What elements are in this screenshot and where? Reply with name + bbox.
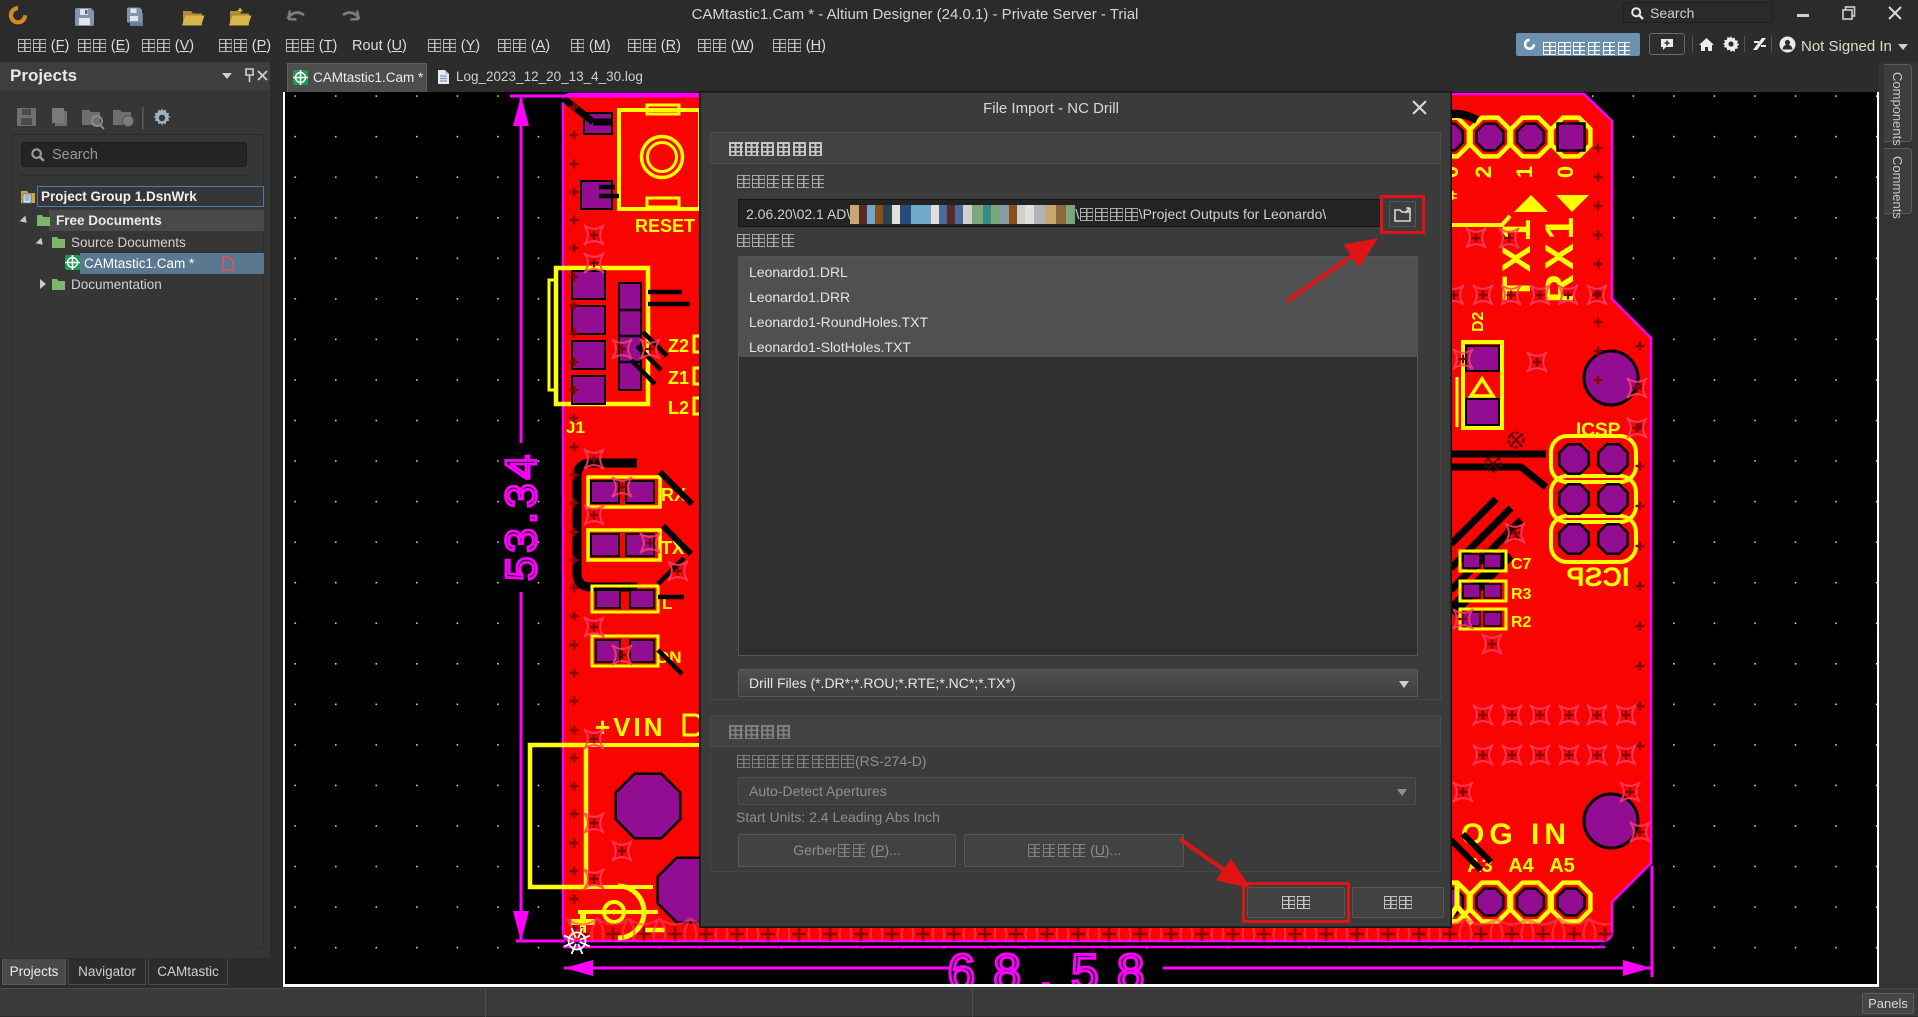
svg-text:R3: R3 (1511, 586, 1532, 603)
svg-text:ICSP: ICSP (1566, 562, 1629, 592)
svg-text:RESET: RESET (635, 216, 695, 236)
svg-text:+VIN: +VIN (595, 712, 666, 742)
svg-text:53.34: 53.34 (497, 451, 546, 581)
svg-text:D2: D2 (1470, 311, 1487, 332)
svg-text:C7: C7 (1511, 556, 1532, 573)
svg-text:A5: A5 (1549, 855, 1575, 877)
svg-text:A4: A4 (1508, 855, 1534, 877)
svg-text:68.58: 68.58 (947, 944, 1162, 984)
svg-text:2: 2 (1471, 166, 1496, 178)
svg-text:J1: J1 (566, 418, 585, 437)
svg-text:Z2: Z2 (668, 336, 689, 356)
svg-text:L2: L2 (668, 398, 689, 418)
svg-text:R2: R2 (1511, 614, 1532, 631)
svg-text:0: 0 (1553, 166, 1578, 178)
svg-text:Z1: Z1 (668, 368, 689, 388)
svg-text:1: 1 (1512, 166, 1537, 178)
